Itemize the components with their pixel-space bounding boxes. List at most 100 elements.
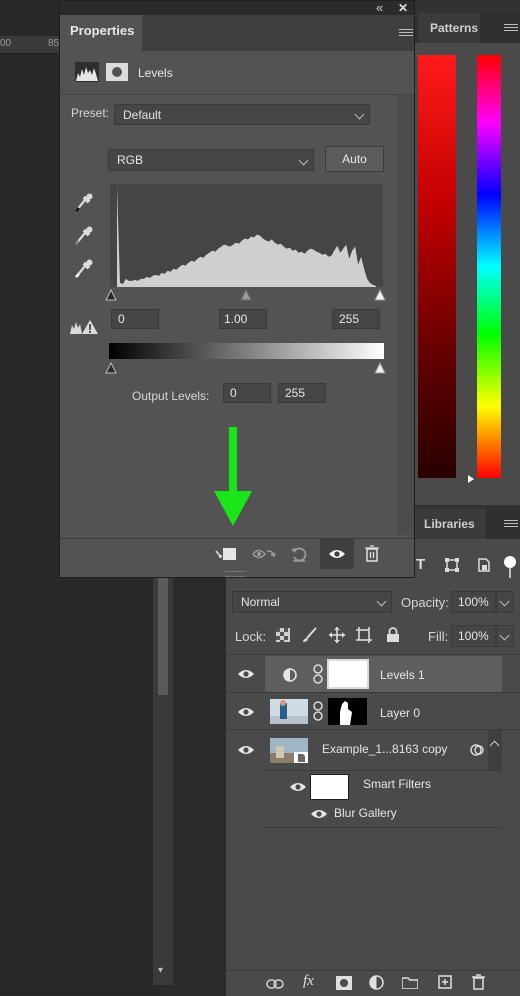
resize-grip-icon[interactable] (225, 571, 245, 577)
lock-artboard-icon[interactable] (356, 627, 372, 643)
smart-filter-options-icon[interactable] (470, 743, 484, 757)
gray-point-eyedropper-icon[interactable] (73, 224, 93, 246)
visibility-eye-icon[interactable] (237, 706, 255, 718)
preset-select[interactable]: Default (114, 104, 370, 125)
levels-adjustment-icon (74, 61, 100, 83)
filter-toggle-stem (509, 568, 511, 578)
lock-all-icon[interactable] (386, 627, 400, 643)
fx-icon[interactable]: fx (303, 973, 314, 990)
collapse-effects-button[interactable] (488, 730, 502, 770)
ruler-tick-label: 85 (48, 38, 60, 49)
fill-dropdown[interactable] (496, 625, 514, 647)
canvas-vertical-scrollbar[interactable]: ▾ (153, 575, 173, 985)
mask-icon[interactable] (106, 63, 128, 81)
properties-scrollbar[interactable] (397, 95, 414, 535)
libraries-panel-menu-icon[interactable] (504, 520, 518, 530)
smart-object-thumbnail[interactable] (270, 738, 308, 763)
channel-select[interactable]: RGB (108, 149, 314, 171)
visibility-eye-icon[interactable] (237, 744, 255, 756)
patterns-panel-menu-icon[interactable] (504, 24, 518, 34)
layer-thumbnail[interactable] (270, 699, 308, 724)
output-levels-label: Output Levels: (132, 389, 210, 403)
output-white-slider-icon[interactable] (374, 361, 386, 374)
scrollbar-thumb[interactable] (158, 575, 168, 695)
layer-row[interactable]: Example_1...8163 copy (226, 730, 502, 770)
smart-filter-mask-thumbnail[interactable] (310, 774, 349, 800)
lock-position-icon[interactable] (329, 627, 345, 643)
hue-slider[interactable] (477, 55, 501, 478)
filter-name[interactable]: Blur Gallery (334, 806, 397, 820)
layer-row[interactable]: Levels 1 (226, 656, 502, 692)
input-gamma-field[interactable]: 1.00 (219, 309, 267, 329)
opacity-dropdown[interactable] (496, 591, 514, 613)
visibility-eye-icon[interactable] (289, 781, 307, 793)
new-group-folder-icon[interactable] (402, 976, 418, 989)
new-adjustment-layer-icon[interactable] (369, 975, 384, 990)
layer-mask-thumbnail[interactable] (328, 698, 367, 725)
horizontal-ruler: 00 85 (0, 36, 62, 54)
close-icon[interactable]: ✕ (398, 1, 408, 15)
scroll-down-icon[interactable]: ▾ (158, 965, 163, 976)
type-filter-icon[interactable]: T (416, 556, 425, 573)
input-black-slider-icon[interactable] (105, 288, 117, 301)
clip-to-layer-icon[interactable] (215, 547, 237, 561)
auto-button[interactable]: Auto (325, 146, 384, 172)
opacity-input[interactable]: 100% (451, 591, 496, 613)
link-layers-icon[interactable] (266, 978, 284, 990)
fill-input[interactable]: 100% (451, 625, 496, 647)
delete-layer-icon[interactable] (472, 974, 485, 990)
smart-filters-label[interactable]: Smart Filters (363, 777, 431, 791)
layers-filter-row: T (414, 553, 520, 579)
layer-name[interactable]: Levels 1 (380, 668, 425, 682)
layer-name[interactable]: Layer 0 (380, 706, 420, 720)
input-white-field[interactable]: 255 (332, 309, 380, 329)
delete-adjustment-icon[interactable] (365, 545, 379, 562)
panel-title-strip[interactable] (60, 1, 414, 15)
adjustment-layer-icon (283, 668, 297, 682)
link-chain-icon[interactable] (313, 701, 323, 721)
blend-mode-select[interactable]: Normal (232, 591, 392, 613)
view-previous-state-icon[interactable] (252, 547, 276, 561)
divider (226, 654, 520, 655)
filter-toggle-icon[interactable] (504, 556, 516, 568)
smart-filters-group: Smart Filters Blur Gallery (264, 770, 502, 828)
output-black-slider-icon[interactable] (105, 361, 117, 374)
tab-libraries[interactable]: Libraries (414, 509, 486, 539)
levels-histogram (110, 184, 383, 287)
chevron-down-icon (499, 630, 510, 641)
input-gamma-slider-icon[interactable] (240, 288, 252, 301)
lock-transparent-pixels-icon[interactable] (276, 628, 290, 642)
smart-object-filter-icon[interactable] (477, 558, 491, 572)
output-black-field[interactable]: 0 (223, 383, 271, 403)
new-layer-icon[interactable] (438, 975, 452, 989)
output-white-field[interactable]: 255 (278, 383, 326, 403)
visibility-eye-icon[interactable] (310, 808, 328, 820)
color-field[interactable] (418, 55, 456, 478)
layers-bottom-toolbar: fx (226, 970, 520, 996)
hue-slider-handle-icon[interactable] (468, 475, 474, 483)
lock-label: Lock: (235, 629, 267, 644)
layer-indent-spacer (226, 770, 264, 826)
collapse-panel-icon[interactable]: « (376, 0, 383, 15)
tab-properties[interactable]: Properties (60, 15, 142, 51)
visibility-eye-icon[interactable] (237, 668, 255, 680)
toggle-visibility-button[interactable] (320, 539, 354, 569)
reset-adjustment-icon[interactable] (290, 545, 308, 563)
input-black-field[interactable]: 0 (111, 309, 159, 329)
blend-mode-value: Normal (241, 595, 280, 609)
properties-panel-menu-icon[interactable] (399, 29, 413, 39)
white-point-eyedropper-icon[interactable] (73, 257, 93, 279)
preset-value: Default (123, 108, 162, 122)
chevron-down-icon (354, 109, 365, 120)
add-mask-icon[interactable] (336, 976, 352, 990)
layer-name[interactable]: Example_1...8163 copy (322, 742, 447, 756)
input-white-slider-icon[interactable] (374, 288, 386, 301)
black-point-eyedropper-icon[interactable] (73, 191, 93, 213)
layer-mask-thumbnail[interactable] (327, 659, 369, 689)
link-chain-icon[interactable] (313, 664, 323, 684)
clipping-warning-icon[interactable] (70, 319, 98, 335)
shape-filter-icon[interactable] (445, 558, 459, 572)
lock-image-pixels-icon[interactable] (302, 627, 318, 643)
tab-patterns[interactable]: Patterns (418, 13, 480, 43)
layer-row[interactable]: Layer 0 (226, 693, 502, 729)
